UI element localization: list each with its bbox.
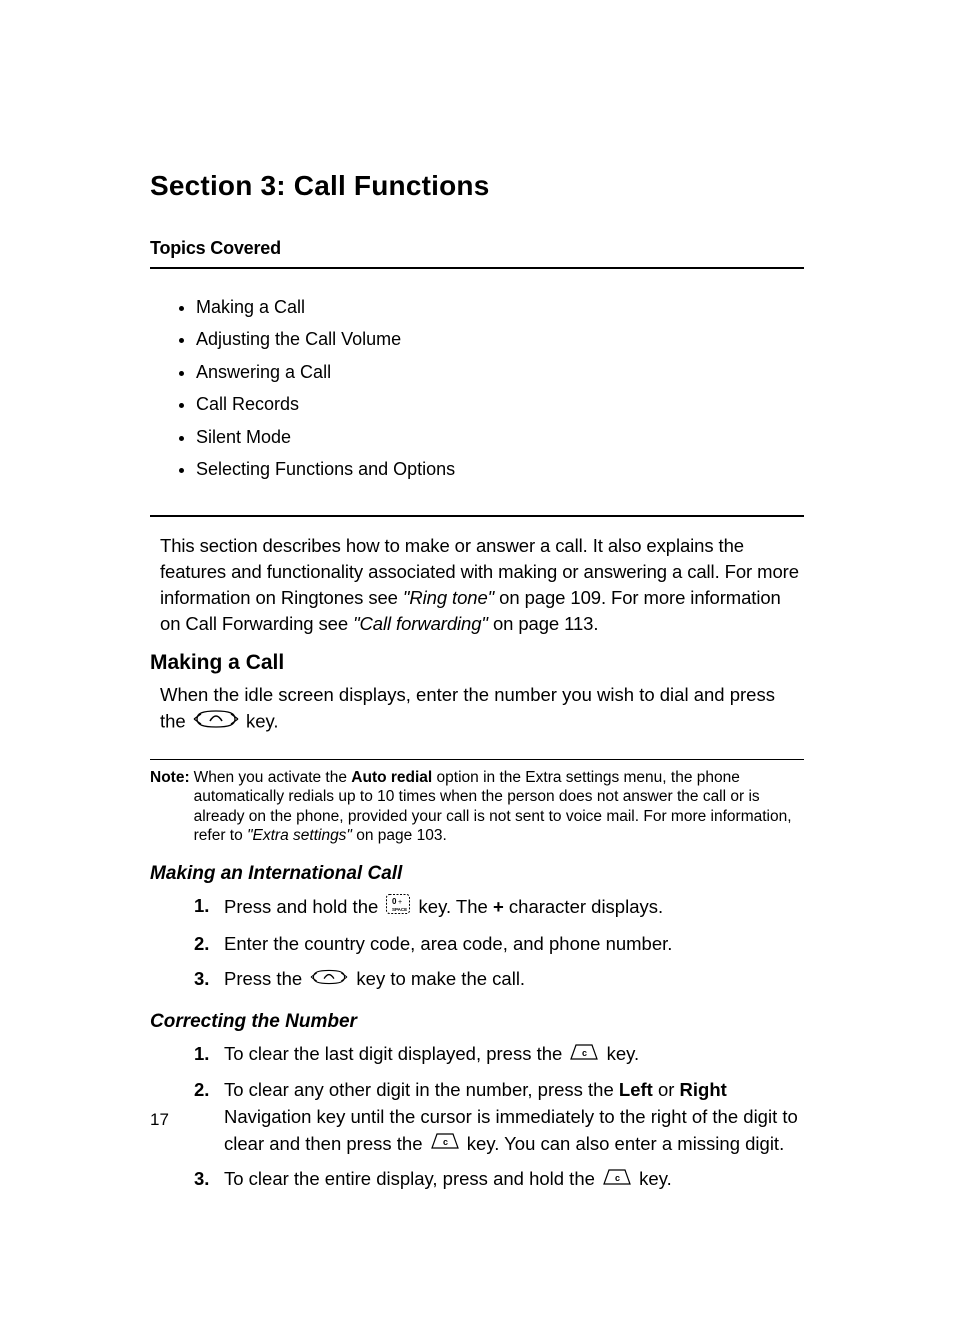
note-label: Note: (150, 768, 190, 846)
step-text: or (653, 1079, 680, 1100)
nav-key-left: Left (619, 1079, 653, 1100)
clear-key-icon: c (430, 1131, 460, 1158)
step-text: To clear the entire display, press and h… (224, 1168, 600, 1189)
divider (150, 515, 804, 517)
page: Section 3: Call Functions Topics Covered… (0, 0, 954, 1194)
send-key-icon (309, 967, 349, 994)
step-text: key. The (413, 896, 493, 917)
option-name: Auto redial (351, 769, 432, 786)
step: Press and hold the 0 + SPACE key. The + … (194, 893, 804, 923)
step-text: Press and hold the (224, 896, 383, 917)
zero-key-icon: 0 + SPACE (385, 893, 411, 923)
list-item: Silent Mode (196, 421, 804, 453)
topics-list: Making a Call Adjusting the Call Volume … (150, 291, 804, 485)
list-item: Making a Call (196, 291, 804, 323)
send-key-icon (193, 708, 239, 737)
svg-text:c: c (443, 1137, 448, 1147)
cross-ref: "Extra settings" (247, 827, 356, 844)
page-number: 17 (150, 1110, 169, 1130)
body-text: key. (246, 710, 279, 731)
svg-text:+: + (398, 899, 402, 906)
svg-text:SPACE: SPACE (392, 907, 407, 912)
svg-text:c: c (582, 1048, 587, 1058)
note-text: on page 103. (356, 827, 447, 844)
step-text: To clear the last digit displayed, press… (224, 1043, 567, 1064)
intro-paragraph: This section describes how to make or an… (150, 533, 804, 637)
svg-text:0: 0 (392, 897, 397, 906)
steps-international-call: Press and hold the 0 + SPACE key. The + … (150, 893, 804, 993)
step-text: key. You can also enter a missing digit. (462, 1133, 785, 1154)
step: To clear the entire display, press and h… (194, 1166, 804, 1194)
cross-ref: "Ring tone" (403, 587, 499, 608)
list-item: Call Records (196, 388, 804, 420)
step: Press the key to make the call. (194, 966, 804, 994)
steps-correcting-number: To clear the last digit displayed, press… (150, 1041, 804, 1193)
step-text: Press the (224, 968, 307, 989)
nav-key-right: Right (680, 1079, 727, 1100)
step-text: To clear any other digit in the number, … (224, 1079, 619, 1100)
note-block: Note: When you activate the Auto redial … (150, 759, 804, 846)
list-item: Selecting Functions and Options (196, 453, 804, 485)
body-text: When the idle screen displays, enter the… (150, 683, 804, 737)
step: To clear any other digit in the number, … (194, 1077, 804, 1158)
note-text: When you activate the (194, 769, 352, 786)
step-text: character displays. (504, 896, 663, 917)
topics-covered-heading: Topics Covered (150, 238, 804, 269)
heading-international-call: Making an International Call (150, 863, 804, 885)
step-text: key to make the call. (351, 968, 525, 989)
list-item: Adjusting the Call Volume (196, 323, 804, 355)
step: To clear the last digit displayed, press… (194, 1041, 804, 1069)
svg-text:c: c (615, 1173, 620, 1183)
heading-correcting-number: Correcting the Number (150, 1011, 804, 1033)
step-text: key. (634, 1168, 672, 1189)
section-title: Section 3: Call Functions (150, 170, 804, 202)
cross-ref: "Call forwarding" (353, 613, 493, 634)
list-item: Answering a Call (196, 356, 804, 388)
clear-key-icon: c (602, 1167, 632, 1194)
intro-text: on page 113. (493, 613, 598, 634)
note-body: When you activate the Auto redial option… (194, 768, 804, 846)
heading-making-a-call: Making a Call (150, 651, 804, 675)
step-text: key. (601, 1043, 639, 1064)
plus-char: + (493, 896, 504, 917)
step: Enter the country code, area code, and p… (194, 931, 804, 958)
clear-key-icon: c (569, 1042, 599, 1069)
